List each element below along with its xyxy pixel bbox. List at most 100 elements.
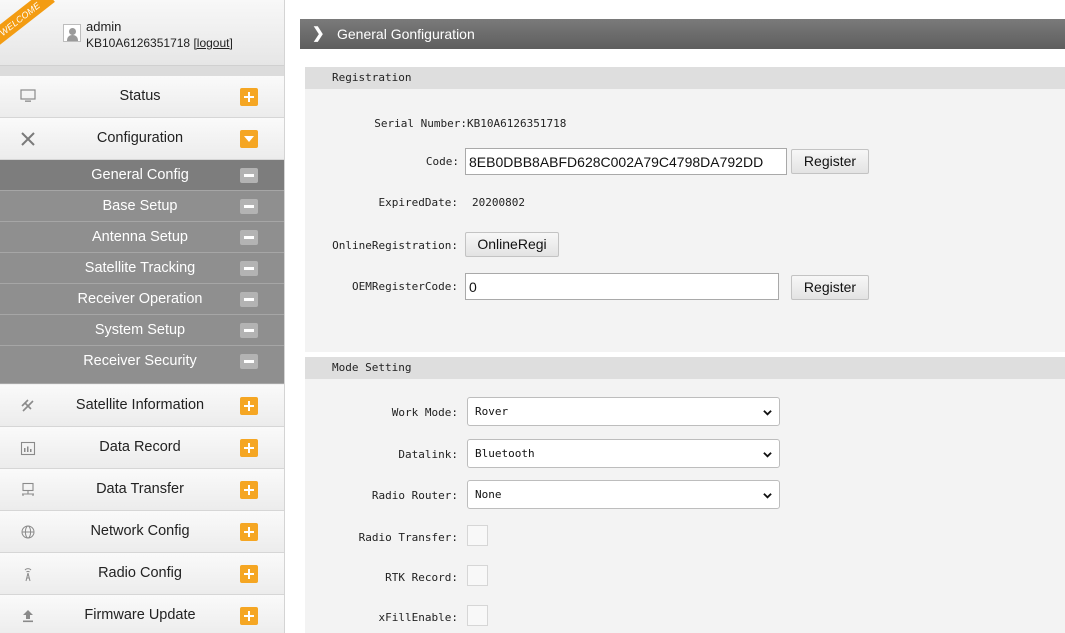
registration-section: Serial Number: KB10A6126351718 Code: Reg… bbox=[305, 89, 1065, 352]
submenu-label: General Config bbox=[91, 167, 189, 183]
sidebar: WELCOME admin KB10A6126351718 [logout] S… bbox=[0, 0, 285, 633]
registration-section-header: Registration bbox=[305, 67, 1065, 89]
minus-icon bbox=[240, 261, 258, 276]
submenu-system-setup[interactable]: System Setup bbox=[0, 315, 284, 346]
oem-register-code-label: OEMRegisterCode: bbox=[352, 280, 458, 293]
page-header: ❯ General Gonfiguration bbox=[300, 19, 1065, 49]
calendar-icon bbox=[18, 440, 38, 456]
logout-link[interactable]: [logout] bbox=[193, 36, 232, 50]
rtk-record-label: RTK Record: bbox=[385, 571, 458, 584]
code-label: Code: bbox=[425, 155, 459, 168]
submenu-satellite-tracking[interactable]: Satellite Tracking bbox=[0, 253, 284, 284]
sidebar-item-label: Data Transfer bbox=[96, 481, 184, 497]
globe-icon bbox=[18, 524, 38, 540]
register-button[interactable]: Register bbox=[791, 149, 869, 174]
collapse-arrow-icon[interactable] bbox=[240, 130, 258, 148]
submenu-general-config[interactable]: General Config bbox=[0, 160, 284, 191]
submenu-base-setup[interactable]: Base Setup bbox=[0, 191, 284, 222]
expand-plus-icon[interactable] bbox=[240, 523, 258, 541]
satellite-icon bbox=[18, 398, 38, 414]
radio-transfer-checkbox[interactable] bbox=[467, 525, 488, 546]
expand-plus-icon[interactable] bbox=[240, 607, 258, 625]
datalink-value: Bluetooth bbox=[475, 447, 535, 460]
sidebar-item-data-record[interactable]: Data Record bbox=[0, 427, 284, 469]
chevron-down-icon bbox=[763, 452, 772, 458]
expired-date-value: 20200802 bbox=[472, 196, 525, 209]
sidebar-item-label: Configuration bbox=[96, 130, 184, 146]
radio-router-value: None bbox=[475, 488, 502, 501]
minus-icon bbox=[240, 168, 258, 183]
antenna-icon bbox=[18, 566, 38, 582]
minus-icon bbox=[240, 354, 258, 369]
sidebar-item-network-config[interactable]: Network Config bbox=[0, 511, 284, 553]
mode-setting-section: Work Mode: Rover Datalink: Bluetooth Rad… bbox=[305, 379, 1065, 633]
minus-icon bbox=[240, 323, 258, 338]
sidebar-item-label: Network Config bbox=[90, 523, 190, 539]
minus-icon bbox=[240, 230, 258, 245]
tools-icon bbox=[18, 131, 38, 147]
sidebar-divider bbox=[0, 66, 284, 76]
submenu-antenna-setup[interactable]: Antenna Setup bbox=[0, 222, 284, 253]
main-content: ❯ General Gonfiguration Registration Ser… bbox=[294, 0, 1065, 633]
datalink-select[interactable]: Bluetooth bbox=[467, 439, 780, 468]
oem-register-code-input[interactable] bbox=[465, 273, 779, 300]
radio-transfer-label: Radio Transfer: bbox=[358, 531, 458, 544]
sidebar-item-label: Data Record bbox=[99, 439, 181, 455]
online-registration-button[interactable]: OnlineRegi bbox=[465, 232, 559, 257]
serial-number-value: KB10A6126351718 bbox=[467, 117, 567, 130]
upload-icon bbox=[18, 608, 38, 624]
submenu-label: Base Setup bbox=[102, 198, 178, 214]
chevron-right-icon: ❯ bbox=[312, 25, 325, 42]
chevron-down-icon bbox=[763, 493, 772, 499]
sidebar-item-status[interactable]: Status bbox=[0, 76, 284, 118]
submenu-receiver-operation[interactable]: Receiver Operation bbox=[0, 284, 284, 315]
user-panel: WELCOME admin KB10A6126351718 [logout] bbox=[0, 0, 284, 66]
sidebar-item-data-transfer[interactable]: Data Transfer bbox=[0, 469, 284, 511]
radio-router-select[interactable]: None bbox=[467, 480, 780, 509]
datalink-label: Datalink: bbox=[398, 448, 458, 461]
submenu-label: Satellite Tracking bbox=[84, 260, 196, 276]
sidebar-item-label: Status bbox=[119, 88, 161, 104]
sidebar-item-satellite-information[interactable]: Satellite Information bbox=[0, 385, 284, 427]
network-icon bbox=[18, 482, 38, 498]
sidebar-item-firmware-update[interactable]: Firmware Update bbox=[0, 595, 284, 633]
submenu-label: Receiver Operation bbox=[77, 291, 203, 307]
sidebar-item-radio-config[interactable]: Radio Config bbox=[0, 553, 284, 595]
expand-plus-icon[interactable] bbox=[240, 88, 258, 106]
serial-number-label: Serial Number: bbox=[374, 117, 467, 130]
sidebar-item-label: Satellite Information bbox=[75, 397, 205, 413]
minus-icon bbox=[240, 199, 258, 214]
xfill-enable-label: xFillEnable: bbox=[378, 611, 458, 624]
expand-plus-icon[interactable] bbox=[240, 439, 258, 457]
sidebar-item-configuration[interactable]: Configuration bbox=[0, 118, 284, 160]
xfill-enable-checkbox[interactable] bbox=[467, 605, 488, 626]
online-registration-label: OnlineRegistration: bbox=[332, 239, 458, 252]
submenu-label: Antenna Setup bbox=[92, 229, 188, 245]
radio-router-label: Radio Router: bbox=[371, 489, 458, 502]
work-mode-select[interactable]: Rover bbox=[467, 397, 780, 426]
code-input[interactable] bbox=[465, 148, 787, 175]
monitor-icon bbox=[18, 89, 38, 105]
sidebar-item-label: Radio Config bbox=[98, 565, 182, 581]
rtk-record-checkbox[interactable] bbox=[467, 565, 488, 586]
sidebar-item-label: Firmware Update bbox=[84, 607, 196, 623]
oem-register-button[interactable]: Register bbox=[791, 275, 869, 300]
user-serial: KB10A6126351718 bbox=[86, 36, 191, 50]
page-title: General Gonfiguration bbox=[337, 26, 475, 42]
user-name: admin bbox=[86, 19, 122, 34]
minus-icon bbox=[240, 292, 258, 307]
expand-plus-icon[interactable] bbox=[240, 481, 258, 499]
user-avatar-icon bbox=[63, 24, 81, 42]
user-serial-line: KB10A6126351718 [logout] bbox=[86, 36, 233, 50]
submenu-receiver-security[interactable]: Receiver Security bbox=[0, 346, 284, 384]
mode-setting-section-header: Mode Setting bbox=[305, 357, 1065, 379]
welcome-ribbon: WELCOME bbox=[0, 0, 55, 49]
expand-plus-icon[interactable] bbox=[240, 397, 258, 415]
submenu-label: Receiver Security bbox=[83, 353, 197, 369]
chevron-down-icon bbox=[763, 410, 772, 416]
expired-date-label: ExpiredDate: bbox=[378, 196, 458, 209]
work-mode-value: Rover bbox=[475, 405, 509, 418]
expand-plus-icon[interactable] bbox=[240, 565, 258, 583]
work-mode-label: Work Mode: bbox=[391, 406, 458, 419]
submenu-label: System Setup bbox=[94, 322, 186, 338]
